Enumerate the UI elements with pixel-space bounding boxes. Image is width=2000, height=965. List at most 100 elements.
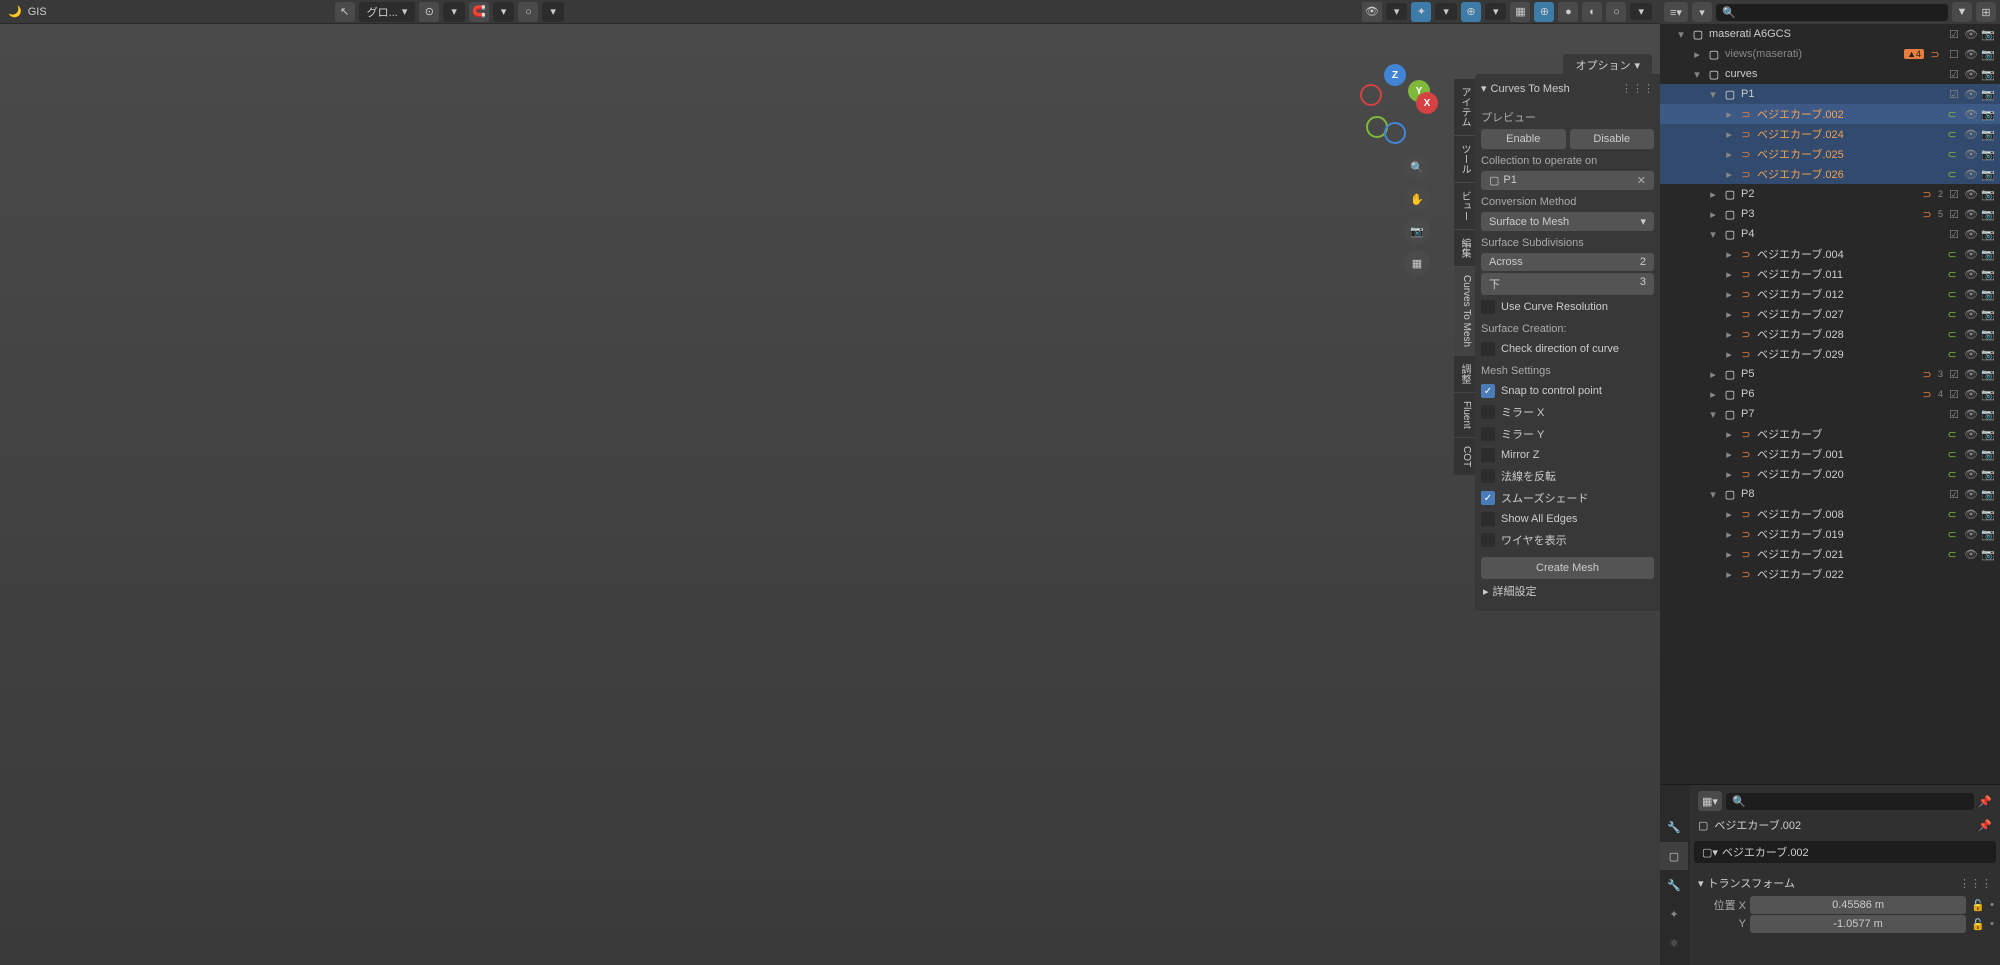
xray-icon[interactable]: ▦ <box>1510 2 1530 22</box>
tree-item-bezier-025[interactable]: ▸ ⊃ ベジエカーブ.025 ⊂ 👁📷 <box>1660 144 2000 164</box>
camera-icon[interactable]: 📷 <box>1980 86 1996 102</box>
camera-icon[interactable]: 📷 <box>1980 66 1996 82</box>
side-tab-fluent[interactable]: Fluent <box>1454 393 1475 437</box>
camera-icon[interactable]: 📷 <box>1980 106 1996 122</box>
expand-icon[interactable]: ▸ <box>1707 188 1719 201</box>
transform-orientation-dropdown[interactable]: グロ...▾ <box>359 2 416 22</box>
camera-icon[interactable]: 📷 <box>1980 166 1996 182</box>
properties-type-icon[interactable]: ▦▾ <box>1698 791 1722 811</box>
tree-item-bezier-002[interactable]: ▸ ⊃ ベジエカーブ.002 ⊂ 👁📷 <box>1660 104 2000 124</box>
proportional-dropdown[interactable]: ▾ <box>542 2 564 22</box>
checkbox-icon[interactable]: ☑ <box>1946 26 1962 42</box>
tree-item-bezier-024[interactable]: ▸ ⊃ ベジエカーブ.024 ⊂ 👁📷 <box>1660 124 2000 144</box>
camera-tool-icon[interactable]: 📷 <box>1404 218 1430 244</box>
visibility-dropdown[interactable]: ▾ <box>1386 3 1408 20</box>
tree-item-p8[interactable]: ▾ ▢ P8 ☑👁📷 <box>1660 484 2000 504</box>
eye-icon[interactable]: 👁 <box>1963 226 1979 242</box>
show-edges-checkbox[interactable]: Show All Edges <box>1481 509 1654 529</box>
camera-icon[interactable]: 📷 <box>1980 226 1996 242</box>
navigation-gizmo[interactable]: Z Y X <box>1360 64 1430 134</box>
tree-item-bezier-020[interactable]: ▸ ⊃ ベジエカーブ.020 ⊂ 👁📷 <box>1660 464 2000 484</box>
detail-settings-expand[interactable]: ▸ 詳細設定 <box>1481 579 1654 603</box>
tree-item-p5[interactable]: ▸ ▢ P5 ⊃3 ☑👁📷 <box>1660 364 2000 384</box>
axis-z-icon[interactable]: Z <box>1384 64 1406 86</box>
tree-item-p2[interactable]: ▸ ▢ P2 ⊃2 ☑👁📷 <box>1660 184 2000 204</box>
eye-icon[interactable]: 👁 <box>1963 186 1979 202</box>
checkbox-icon[interactable]: ☑ <box>1946 206 1962 222</box>
object-name-input[interactable]: ▢▾ ベジエカーブ.002 <box>1694 841 1996 863</box>
eye-icon[interactable]: 👁 <box>1963 66 1979 82</box>
tree-item-bezier-028[interactable]: ▸ ⊃ ベジエカーブ.028 ⊂ 👁📷 <box>1660 324 2000 344</box>
camera-icon[interactable]: 📷 <box>1980 206 1996 222</box>
tree-item-bezier-001[interactable]: ▸ ⊃ ベジエカーブ.001 ⊂ 👁📷 <box>1660 444 2000 464</box>
lock-icon[interactable]: 🔓 <box>1970 899 1986 912</box>
eye-icon[interactable]: 👁 <box>1963 166 1979 182</box>
tree-item-bezier-021[interactable]: ▸ ⊃ ベジエカーブ.021 ⊂ 👁📷 <box>1660 544 2000 564</box>
pivot-dropdown[interactable]: ▾ <box>443 2 465 22</box>
tree-item-p6[interactable]: ▸ ▢ P6 ⊃4 ☑👁📷 <box>1660 384 2000 404</box>
tree-item-bezier-027[interactable]: ▸ ⊃ ベジエカーブ.027 ⊂ 👁📷 <box>1660 304 2000 324</box>
tree-item-views[interactable]: ▸ ▢ views(maserati) ▲4 ⊃ ☐👁📷 <box>1660 44 2000 64</box>
outliner-search[interactable]: 🔍 <box>1716 4 1948 21</box>
check-direction-checkbox[interactable]: Check direction of curve <box>1481 339 1654 359</box>
shading-rendered-icon[interactable]: ○ <box>1606 2 1626 22</box>
collection-input[interactable]: ▢P1 ✕ <box>1481 171 1654 190</box>
checkbox-icon[interactable]: ☑ <box>1946 186 1962 202</box>
eye-icon[interactable]: 👁 <box>1963 26 1979 42</box>
tree-item-p1[interactable]: ▾ ▢ P1 ☑👁📷 <box>1660 84 2000 104</box>
expand-icon[interactable]: ▸ <box>1723 128 1735 141</box>
pivot-icon[interactable]: ⊙ <box>419 2 439 22</box>
prop-tab-object[interactable]: ▢ <box>1660 842 1688 870</box>
overlay-toggle-icon[interactable]: ⊕ <box>1461 2 1481 22</box>
prop-tab-physics[interactable]: ⚛ <box>1660 929 1688 957</box>
expand-icon[interactable]: ▸ <box>1723 168 1735 181</box>
snap-dropdown[interactable]: ▾ <box>493 2 515 22</box>
flip-normals-checkbox[interactable]: 法線を反転 <box>1481 465 1654 487</box>
checkbox-icon[interactable]: ☐ <box>1946 46 1962 62</box>
axis-neg-z-icon[interactable] <box>1384 122 1406 144</box>
expand-icon[interactable]: ▸ <box>1691 48 1703 61</box>
snap-icon[interactable]: 🧲 <box>469 2 489 22</box>
side-tab-cot[interactable]: COT <box>1454 438 1475 475</box>
mirror-x-checkbox[interactable]: ミラー X <box>1481 401 1654 423</box>
gis-label[interactable]: GIS <box>28 6 47 18</box>
collapse-icon[interactable]: ▾ <box>1691 68 1703 81</box>
across-input[interactable]: Across2 <box>1481 253 1654 271</box>
mirror-y-checkbox[interactable]: ミラー Y <box>1481 423 1654 445</box>
proportional-icon[interactable]: ○ <box>518 2 538 22</box>
panel-menu-icon[interactable]: ⋮⋮⋮ <box>1621 82 1654 95</box>
3d-viewport[interactable]: オプション▾ Z Y X 🔍 ✋ 📷 ▦ アイテム ツール <box>0 24 1660 965</box>
pin-icon[interactable]: 📌 <box>1978 795 1992 808</box>
smooth-shade-checkbox[interactable]: スムーズシェード <box>1481 487 1654 509</box>
prop-tab-particle[interactable]: ✦ <box>1660 900 1688 928</box>
axis-neg-x-icon[interactable] <box>1360 84 1382 106</box>
new-collection-icon[interactable]: ⊞ <box>1976 2 1996 22</box>
visibility-icon[interactable]: 👁 <box>1362 2 1382 22</box>
tree-item-p3[interactable]: ▸ ▢ P3 ⊃5 ☑👁📷 <box>1660 204 2000 224</box>
side-tab-item[interactable]: アイテム <box>1454 79 1475 135</box>
create-mesh-button[interactable]: Create Mesh <box>1481 557 1654 579</box>
camera-icon[interactable]: 📷 <box>1980 146 1996 162</box>
expand-icon[interactable]: ▸ <box>1707 208 1719 221</box>
down-input[interactable]: 下3 <box>1481 273 1654 295</box>
tree-item-bezier-008[interactable]: ▸ ⊃ ベジエカーブ.008 ⊂ 👁📷 <box>1660 504 2000 524</box>
zoom-tool-icon[interactable]: 🔍 <box>1404 154 1430 180</box>
tree-item-bezier-004[interactable]: ▸ ⊃ ベジエカーブ.004 ⊂ 👁📷 <box>1660 244 2000 264</box>
eye-icon[interactable]: 👁 <box>1963 206 1979 222</box>
tree-item-bezier-012[interactable]: ▸ ⊃ ベジエカーブ.012 ⊂ 👁📷 <box>1660 284 2000 304</box>
collapse-icon[interactable]: ▾ <box>1707 88 1719 101</box>
show-wire-checkbox[interactable]: ワイヤを表示 <box>1481 529 1654 551</box>
checkbox-icon[interactable]: ☑ <box>1946 226 1962 242</box>
perspective-tool-icon[interactable]: ▦ <box>1404 250 1430 276</box>
tree-item-bezier-022[interactable]: ▸ ⊃ ベジエカーブ.022 <box>1660 564 2000 584</box>
checkbox-icon[interactable]: ☑ <box>1946 66 1962 82</box>
side-tab-adjust[interactable]: 調整 <box>1454 356 1475 392</box>
camera-icon[interactable]: 📷 <box>1980 26 1996 42</box>
properties-search[interactable]: 🔍 <box>1726 793 1974 810</box>
filter-icon[interactable]: ▼ <box>1952 2 1972 22</box>
options-button[interactable]: オプション▾ <box>1563 54 1652 76</box>
tree-item-bezier-029[interactable]: ▸ ⊃ ベジエカーブ.029 ⊂ 👁📷 <box>1660 344 2000 364</box>
eye-icon[interactable]: 👁 <box>1963 146 1979 162</box>
expand-icon[interactable]: ▸ <box>1723 108 1735 121</box>
shading-material-icon[interactable]: ◐ <box>1582 2 1602 22</box>
